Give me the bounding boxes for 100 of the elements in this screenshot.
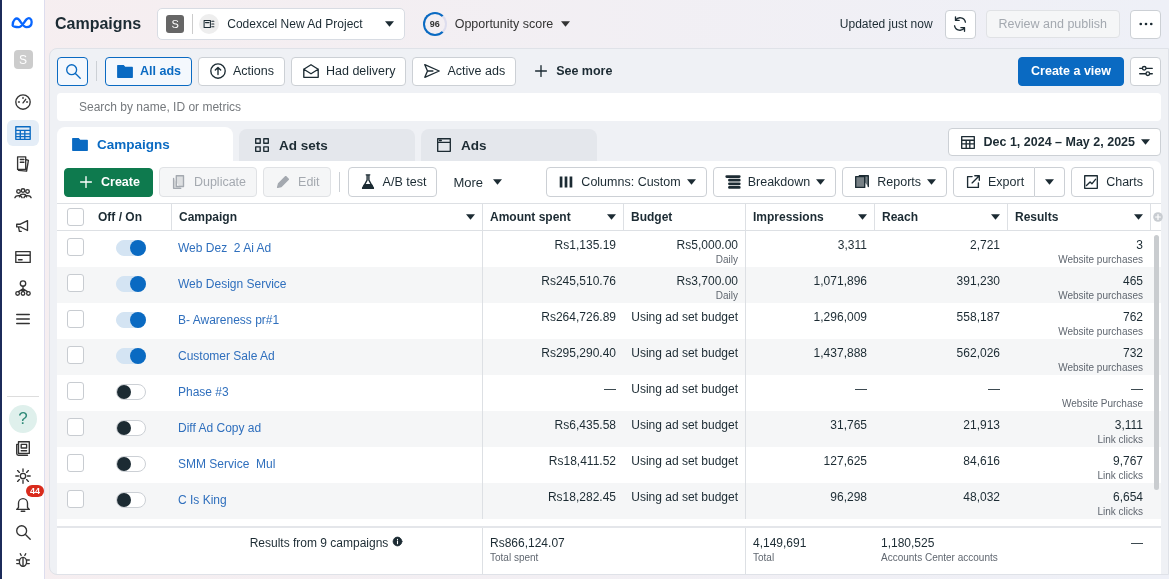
caret-icon bbox=[1141, 139, 1150, 145]
sort-caret-icon bbox=[607, 214, 616, 220]
table-cell: 391,230 bbox=[956, 274, 1000, 288]
table-cell: Rs3,700.00 bbox=[676, 274, 738, 288]
search-icon bbox=[63, 62, 82, 80]
toggle-switch[interactable] bbox=[116, 276, 146, 292]
campaign-name-link[interactable]: Web Dez 2 Ai Ad bbox=[178, 238, 272, 255]
table-cell: 558,187 bbox=[956, 310, 1000, 324]
see-more-button[interactable]: See more bbox=[522, 62, 623, 80]
help-button[interactable]: ? bbox=[9, 405, 37, 433]
campaign-name-link[interactable]: Diff Ad Copy ad bbox=[178, 418, 262, 435]
total-results: — bbox=[1131, 536, 1143, 550]
sort-caret-icon bbox=[1134, 214, 1143, 220]
refresh-button[interactable] bbox=[944, 9, 976, 39]
table-cell: Rs245,510.76 bbox=[541, 274, 616, 288]
filter-chip[interactable]: All ads bbox=[105, 56, 192, 86]
campaign-name-link[interactable]: Phase #3 bbox=[178, 382, 229, 399]
campaign-name-link[interactable]: SMM Service Mul bbox=[178, 454, 276, 471]
campaign-name-link[interactable]: B- Awareness pr#1 bbox=[178, 310, 280, 327]
row-checkbox[interactable] bbox=[67, 274, 84, 292]
total-reach: 1,180,525 bbox=[881, 536, 935, 550]
search-button[interactable] bbox=[57, 56, 88, 86]
tab[interactable]: Campaigns bbox=[57, 127, 233, 161]
filter-chip[interactable]: Had delivery bbox=[291, 56, 407, 86]
row-checkbox[interactable] bbox=[67, 418, 84, 436]
toolbar-button[interactable]: Reports bbox=[842, 167, 948, 197]
update-status: Updated just now bbox=[839, 17, 933, 31]
table-cell: 732 bbox=[1122, 346, 1143, 360]
total-impressions: 4,149,691 bbox=[753, 536, 807, 550]
create-button[interactable]: Create bbox=[64, 167, 153, 197]
campaign-name-link[interactable]: Customer Sale Ad bbox=[178, 346, 275, 363]
breakdown-icon bbox=[723, 173, 742, 191]
column-header[interactable]: Reach bbox=[882, 210, 919, 224]
toggle-switch[interactable] bbox=[116, 312, 146, 328]
news-icon bbox=[14, 439, 32, 457]
caret-icon bbox=[927, 179, 937, 185]
table-cell: 1,071,896 bbox=[813, 274, 867, 288]
row-checkbox[interactable] bbox=[67, 346, 84, 364]
filter-chip[interactable]: Active ads bbox=[412, 56, 517, 86]
toggle-switch[interactable] bbox=[116, 348, 146, 364]
toolbar-button[interactable]: Export bbox=[953, 167, 1036, 197]
campaign-name-link[interactable]: Web Design Service bbox=[178, 274, 287, 291]
opportunity-score[interactable]: 96 Opportunity score bbox=[422, 12, 571, 36]
tab[interactable]: Ads bbox=[421, 129, 597, 161]
toolbar-button[interactable]: Charts bbox=[1071, 167, 1154, 197]
toggle-switch[interactable] bbox=[116, 456, 146, 472]
info-icon bbox=[392, 536, 404, 547]
account-selector[interactable]: S Codexcel New Ad Project bbox=[157, 8, 405, 40]
table-cell: Rs18,411.52 bbox=[548, 454, 616, 468]
result-type: Website purchases bbox=[1058, 362, 1143, 373]
column-header[interactable]: Impressions bbox=[753, 210, 824, 224]
export-options-button[interactable] bbox=[1035, 167, 1066, 197]
more-menu-button[interactable]: More bbox=[443, 174, 512, 190]
toggle-switch[interactable] bbox=[116, 492, 146, 508]
toggle-switch[interactable] bbox=[116, 420, 146, 436]
column-header[interactable]: Off / On bbox=[98, 210, 142, 224]
create-view-button[interactable]: Create a view bbox=[1018, 56, 1124, 86]
toggle-switch[interactable] bbox=[116, 240, 146, 256]
column-header[interactable]: Budget bbox=[631, 210, 673, 224]
date-range-picker[interactable]: Dec 1, 2024 – May 2, 2025 bbox=[948, 128, 1161, 156]
campaign-name-link[interactable]: C Is King bbox=[178, 490, 227, 507]
table-cell: Using ad set budget bbox=[631, 346, 738, 360]
sort-caret-icon bbox=[858, 214, 867, 220]
toolbar-button[interactable]: Columns: Custom bbox=[546, 167, 707, 197]
result-type: Website purchases bbox=[1058, 326, 1143, 337]
table-cell: Rs295,290.40 bbox=[541, 346, 616, 360]
score-ring: 96 bbox=[422, 12, 447, 36]
view-settings-button[interactable] bbox=[1130, 56, 1161, 86]
column-header[interactable]: Amount spent bbox=[490, 210, 571, 224]
column-header[interactable]: Results bbox=[1015, 210, 1059, 224]
device-icon bbox=[202, 17, 217, 31]
caret-icon bbox=[1045, 179, 1055, 185]
sidebar-item[interactable] bbox=[7, 120, 39, 146]
table-cell: — bbox=[604, 382, 616, 396]
row-checkbox[interactable] bbox=[67, 382, 84, 400]
toolbar-button[interactable]: A/B test bbox=[347, 167, 438, 197]
toolbar-button[interactable]: Breakdown bbox=[712, 167, 837, 197]
table-cell: Rs1,135.19 bbox=[554, 238, 616, 252]
budget-type: Daily bbox=[715, 290, 738, 301]
folder-icon bbox=[71, 135, 89, 153]
envelope-icon bbox=[302, 62, 320, 80]
row-checkbox[interactable] bbox=[67, 454, 84, 472]
table-cell: Rs264,726.89 bbox=[541, 310, 616, 324]
caret-icon bbox=[384, 21, 394, 27]
select-all-checkbox[interactable] bbox=[67, 208, 84, 226]
table-cell: 31,765 bbox=[830, 418, 867, 432]
row-checkbox[interactable] bbox=[67, 490, 84, 508]
tab[interactable]: Ad sets bbox=[239, 129, 415, 161]
reports-icon bbox=[853, 173, 872, 191]
row-checkbox[interactable] bbox=[67, 238, 84, 256]
filter-chip[interactable]: Actions bbox=[198, 56, 285, 86]
toggle-switch[interactable] bbox=[116, 384, 146, 400]
table-cell: Using ad set budget bbox=[631, 418, 738, 432]
bug-icon bbox=[14, 551, 32, 569]
row-checkbox[interactable] bbox=[67, 310, 84, 328]
column-header[interactable]: Campaign bbox=[179, 210, 237, 224]
total-label: Total spent bbox=[490, 552, 539, 563]
search-field[interactable]: Search by name, ID or metrics bbox=[57, 93, 1161, 121]
folder-icon bbox=[116, 62, 134, 80]
account-avatar: S bbox=[166, 15, 185, 33]
